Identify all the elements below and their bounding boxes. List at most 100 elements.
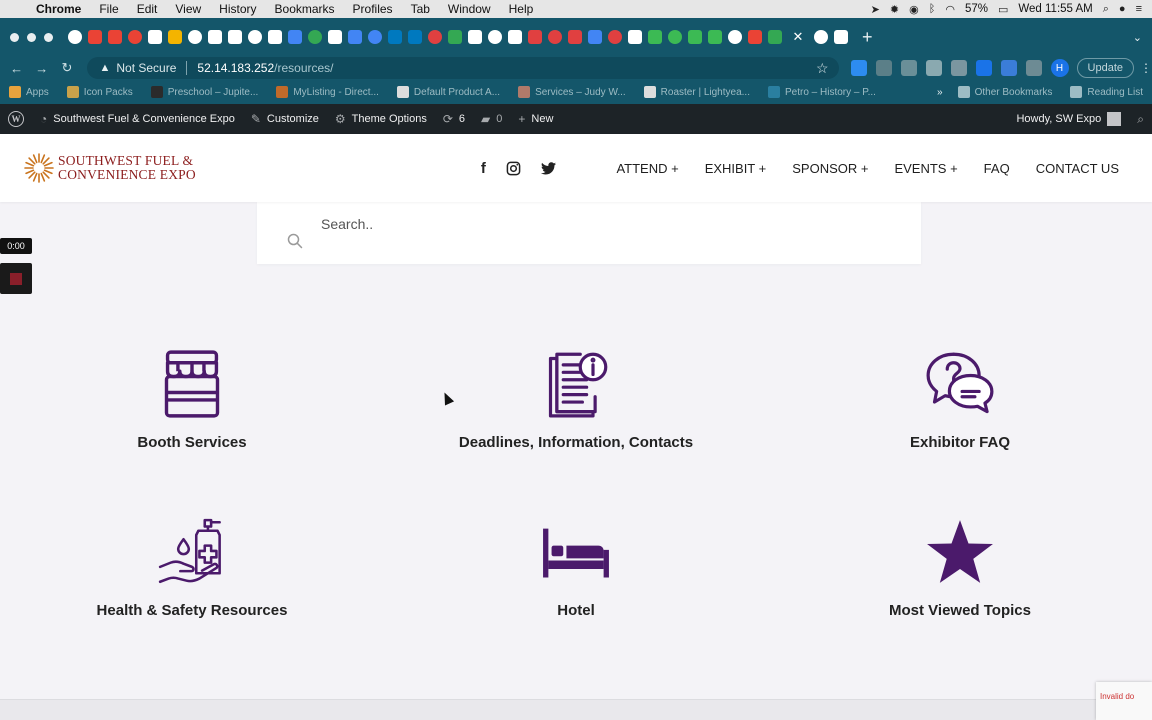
battery-icon[interactable]: ▭	[998, 3, 1008, 16]
address-bar[interactable]: ▲ Not Secure 52.14.183.252 /resources/ ☆	[87, 57, 839, 79]
resource-card-most-viewed[interactable]: Most Viewed Topics	[768, 518, 1152, 668]
tab-favicon-icon[interactable]	[68, 30, 82, 44]
tab-favicon-icon[interactable]	[428, 30, 442, 44]
tab-favicon-icon[interactable]	[834, 30, 848, 44]
wp-comments[interactable]: ▰ 0	[473, 112, 510, 126]
update-button[interactable]: Update	[1076, 58, 1135, 78]
extensions-puzzle-icon[interactable]	[1025, 60, 1042, 76]
bookmark-item[interactable]: MyListing - Direct...	[267, 86, 388, 98]
close-tab-icon[interactable]: ✕	[788, 24, 808, 50]
stop-recording-button[interactable]	[0, 263, 32, 294]
bookmark-item[interactable]: Icon Packs	[58, 86, 142, 98]
menu-view[interactable]: View	[166, 2, 210, 16]
more-menu-icon[interactable]: ⋮	[1140, 61, 1152, 75]
wp-logo-menu[interactable]: W	[0, 111, 32, 127]
wp-theme-options[interactable]: ⚙ Theme Options	[327, 112, 435, 126]
wp-howdy[interactable]: Howdy, SW Expo	[1016, 113, 1101, 125]
wp-updates[interactable]: ⟳ 6	[435, 112, 473, 126]
security-status[interactable]: Not Secure	[116, 61, 176, 75]
tab-favicon-icon[interactable]	[188, 30, 202, 44]
menu-bookmarks[interactable]: Bookmarks	[266, 2, 344, 16]
tab-favicon-icon[interactable]	[588, 30, 602, 44]
menu-chrome[interactable]: Chrome	[32, 2, 90, 16]
extension-icon[interactable]	[925, 60, 942, 76]
nav-attend[interactable]: ATTEND +	[616, 161, 678, 176]
nav-exhibit[interactable]: EXHIBIT +	[705, 161, 767, 176]
tab-favicon-icon[interactable]	[128, 30, 142, 44]
tab-favicon-icon[interactable]	[648, 30, 662, 44]
menu-file[interactable]: File	[90, 2, 127, 16]
spotlight-search-icon[interactable]: ⌕	[1103, 3, 1109, 16]
siri-icon[interactable]: ●	[1119, 3, 1126, 15]
tab-favicon-icon[interactable]	[288, 30, 302, 44]
wifi-icon[interactable]: ◠	[945, 3, 955, 16]
extension-icon[interactable]	[900, 60, 917, 76]
profile-avatar[interactable]: H	[1050, 59, 1069, 77]
tab-search-icon[interactable]: ⌄	[1133, 31, 1142, 44]
user-avatar[interactable]	[1107, 112, 1122, 126]
back-icon[interactable]: ←	[4, 61, 29, 76]
extension-icon[interactable]	[850, 60, 867, 76]
bluetooth-icon[interactable]: ᛒ	[929, 3, 936, 15]
wp-site-name[interactable]: ◔ Southwest Fuel & Convenience Expo	[32, 112, 243, 126]
resource-card-hotel[interactable]: Hotel	[384, 518, 768, 668]
extension-icon[interactable]	[875, 60, 892, 76]
menu-tab[interactable]: Tab	[402, 2, 439, 16]
facebook-icon[interactable]: f	[481, 160, 486, 177]
twitter-icon[interactable]	[540, 161, 556, 175]
forward-icon[interactable]: →	[29, 61, 54, 76]
reload-icon[interactable]: ↻	[54, 60, 79, 76]
tab-favicon-icon[interactable]	[228, 30, 242, 44]
wp-customize[interactable]: ✎ Customize	[243, 112, 327, 126]
tab-favicon-icon[interactable]	[528, 30, 542, 44]
tab-favicon-icon[interactable]	[148, 30, 162, 44]
resource-card-booth-services[interactable]: Booth Services	[0, 350, 384, 500]
nav-faq[interactable]: FAQ	[984, 161, 1010, 176]
wp-new-content[interactable]: + New	[510, 112, 561, 126]
resource-card-health-safety[interactable]: Health & Safety Resources	[0, 518, 384, 668]
nav-events[interactable]: EVENTS +	[894, 161, 957, 176]
tab-favicon-icon[interactable]	[368, 30, 382, 44]
app-status-icon[interactable]: ◉	[909, 3, 919, 16]
menu-help[interactable]: Help	[500, 2, 543, 16]
tab-favicon-icon[interactable]	[348, 30, 362, 44]
bookmark-item[interactable]: Roaster | Lightyea...	[635, 86, 759, 98]
bookmark-item[interactable]: Apps	[0, 86, 58, 98]
tab-favicon-icon[interactable]	[108, 30, 122, 44]
resource-card-exhibitor-faq[interactable]: Exhibitor FAQ	[768, 350, 1152, 500]
tab-favicon-icon[interactable]	[768, 30, 782, 44]
extension-icon[interactable]	[1000, 60, 1017, 76]
tab-favicon-icon[interactable]	[308, 30, 322, 44]
bookmark-item[interactable]: Petro – History – P...	[759, 86, 885, 98]
tab-favicon-icon[interactable]	[708, 30, 722, 44]
tab-favicon-icon[interactable]	[408, 30, 422, 44]
tab-favicon-icon[interactable]	[388, 30, 402, 44]
extension-icon[interactable]	[975, 60, 992, 76]
tab-favicon-icon[interactable]	[548, 30, 562, 44]
gear-icon[interactable]: ✹	[890, 3, 899, 16]
site-logo[interactable]: SOUTHWEST FUEL & CONVENIENCE EXPO	[24, 153, 196, 183]
close-window-button[interactable]	[10, 32, 19, 42]
control-center-icon[interactable]: ≡	[1136, 3, 1142, 15]
reading-list[interactable]: Reading List	[1061, 86, 1152, 98]
tab-favicon-icon[interactable]	[688, 30, 702, 44]
bookmark-star-icon[interactable]: ☆	[816, 60, 829, 77]
nav-sponsor[interactable]: SPONSOR +	[792, 161, 868, 176]
extension-icon[interactable]	[950, 60, 967, 76]
tab-favicon-icon[interactable]	[468, 30, 482, 44]
tab-favicon-icon[interactable]	[728, 30, 742, 44]
tab-favicon-icon[interactable]	[608, 30, 622, 44]
tab-favicon-icon[interactable]	[328, 30, 342, 44]
bookmarks-overflow-button[interactable]: »	[931, 87, 949, 98]
tab-favicon-icon[interactable]	[168, 30, 182, 44]
resource-card-deadlines[interactable]: Deadlines, Information, Contacts	[384, 350, 768, 500]
recaptcha-badge[interactable]: Invalid do	[1096, 682, 1152, 720]
bookmark-item[interactable]: Default Product A...	[388, 86, 509, 98]
location-icon[interactable]: ➤	[871, 3, 880, 16]
nav-contact-us[interactable]: CONTACT US	[1036, 161, 1119, 176]
menu-history[interactable]: History	[210, 2, 265, 16]
new-tab-button[interactable]: +	[862, 27, 873, 48]
tab-favicon-icon[interactable]	[248, 30, 262, 44]
search-icon[interactable]: ⌕	[1137, 112, 1144, 127]
tab-favicon-icon[interactable]	[814, 30, 828, 44]
